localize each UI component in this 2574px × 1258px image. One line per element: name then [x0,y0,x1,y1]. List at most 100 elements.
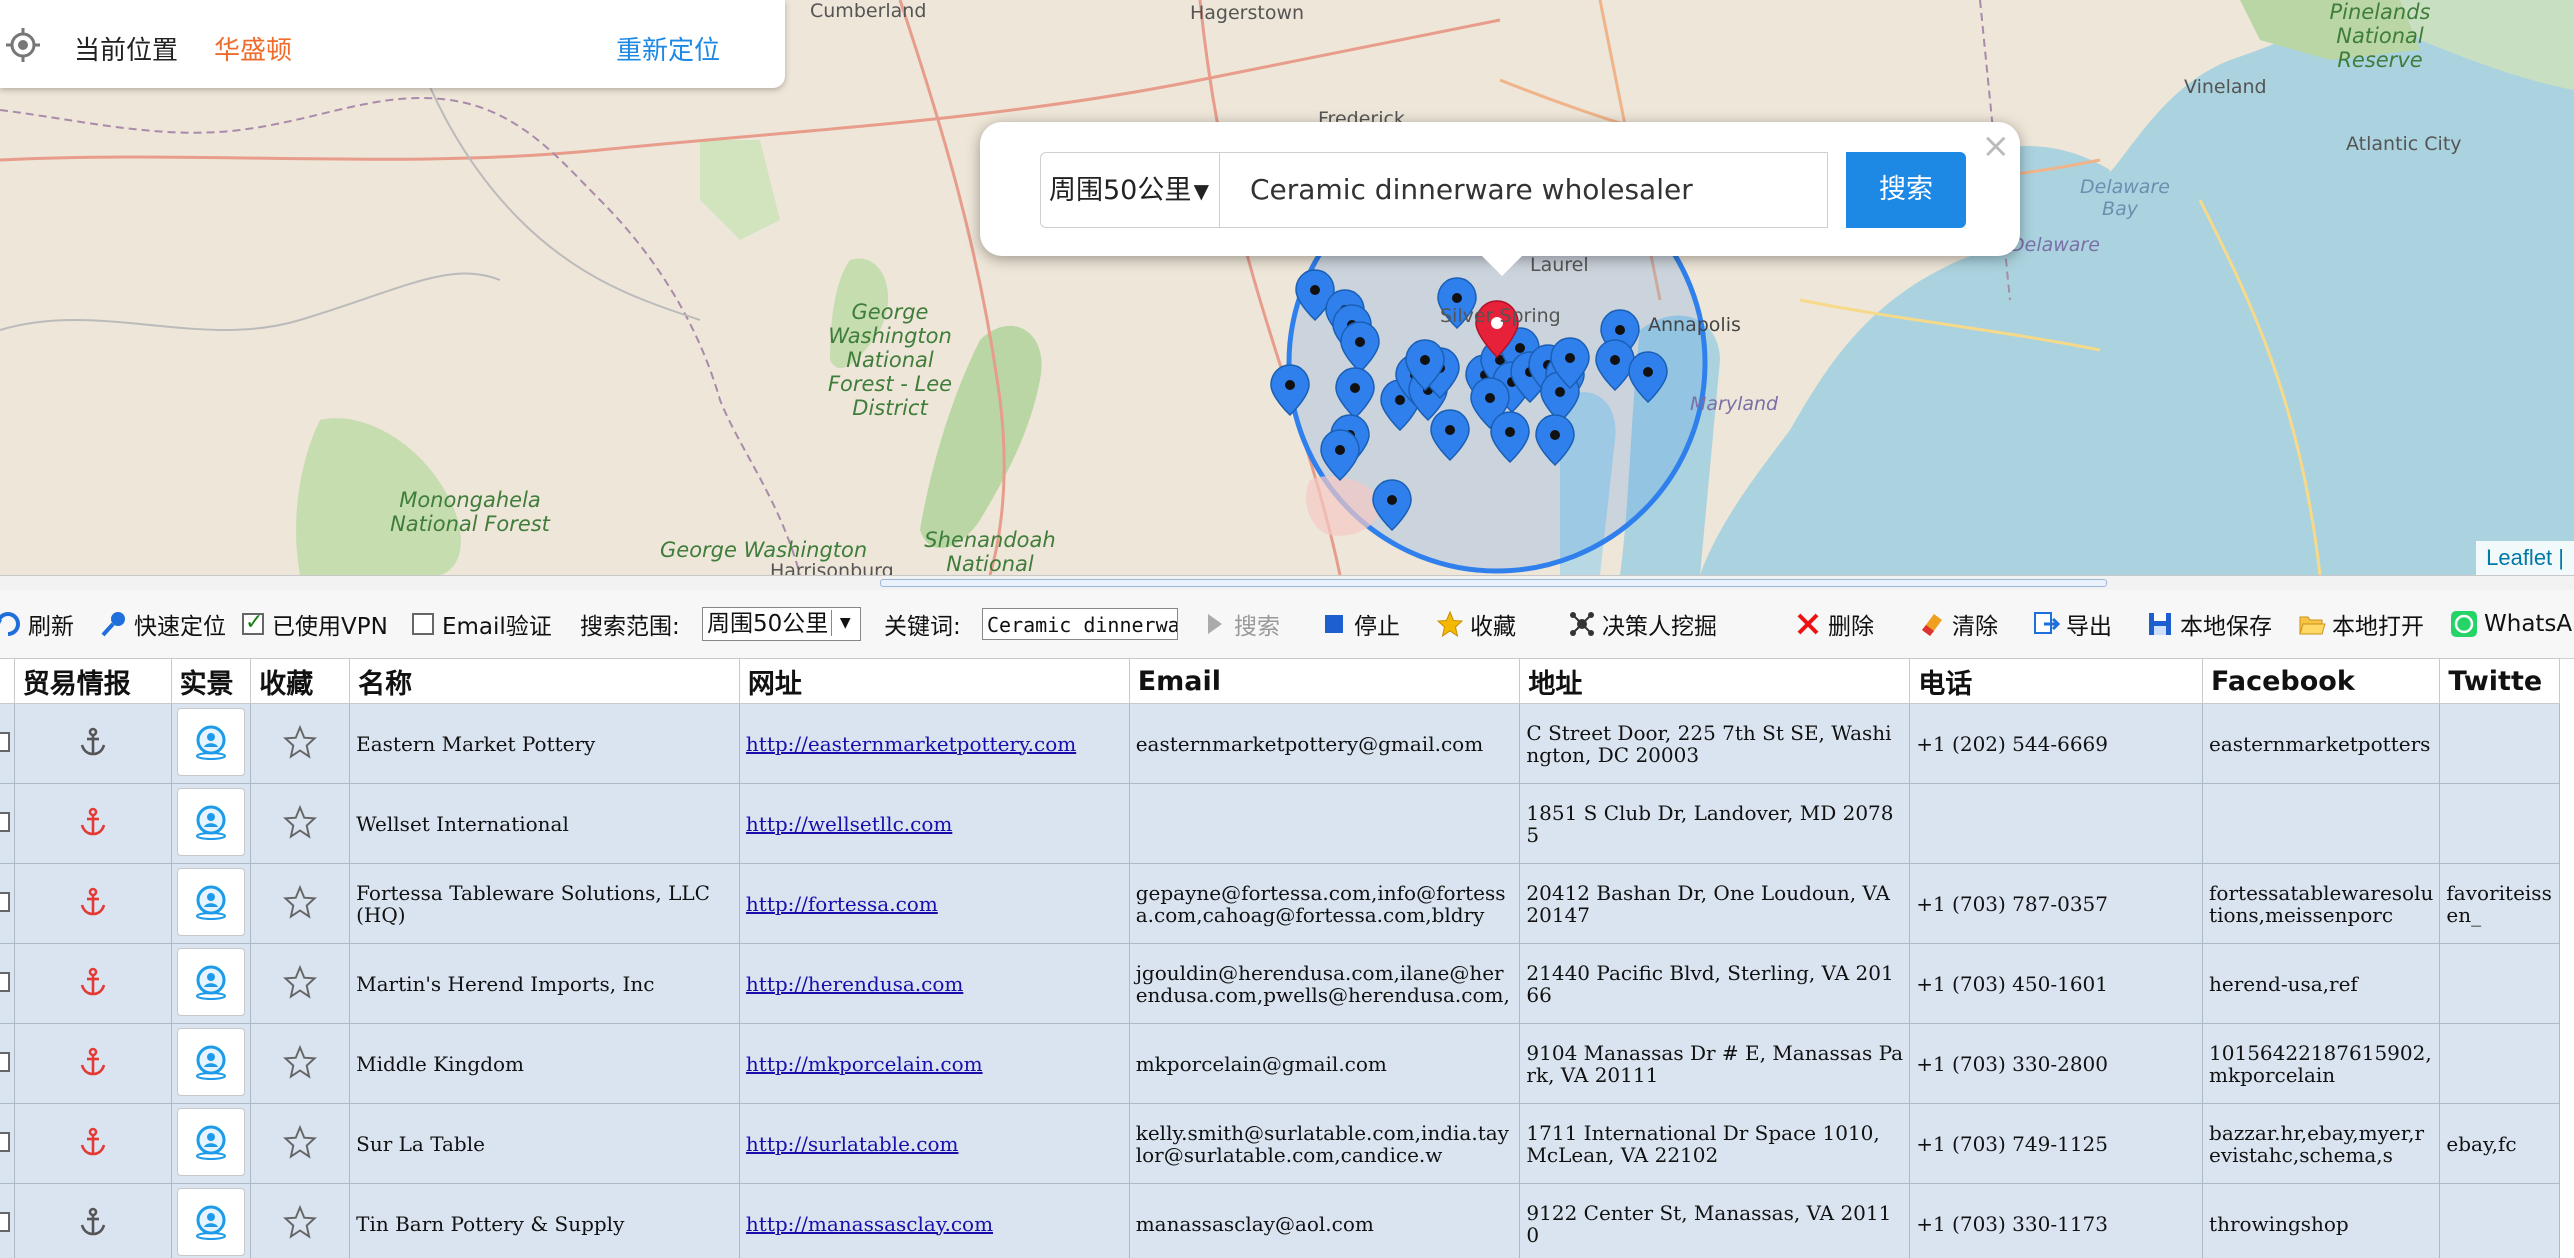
favorite-cell[interactable] [250,1023,351,1104]
table-row[interactable]: Eastern Market Pottery http://easternmark… [0,703,2560,784]
range-select[interactable]: 周围50公里 ▼ [1040,152,1220,228]
streetview-button[interactable] [176,788,245,856]
search-range-select[interactable]: 周围50公里 ▼ [702,607,862,641]
row-select-cell[interactable] [0,703,15,784]
streetview-button[interactable] [176,1108,245,1176]
favorite-button[interactable]: 收藏 [1436,608,1516,640]
header-phone[interactable]: 电话 [1909,658,2204,704]
anchor-icon[interactable] [78,967,108,997]
anchor-icon[interactable] [78,887,108,917]
trade-intel-cell[interactable] [13,1183,172,1258]
table-row[interactable]: Middle Kingdom http://mkporcelain.com mkpo… [0,1023,2560,1104]
website-link[interactable]: http://wellsetllc.com [746,812,952,836]
save-local-button[interactable]: 本地保存 [2146,608,2272,640]
star-outline-icon[interactable] [283,1044,318,1079]
header-trade-intel[interactable]: 贸易情报 [13,658,172,704]
open-local-button[interactable]: 本地打开 [2298,608,2424,640]
star-outline-icon[interactable] [283,724,318,759]
favorite-cell[interactable] [250,703,351,784]
row-checkbox[interactable] [0,1051,11,1072]
table-row[interactable]: Sur La Table http://surlatable.com kelly.s… [0,1103,2560,1184]
trade-intel-cell[interactable] [13,943,172,1024]
popup-close-button[interactable]: × [1982,126,2011,166]
website-link[interactable]: http://herendusa.com [746,972,963,996]
streetview-cell[interactable] [170,863,252,944]
row-select-cell[interactable] [0,863,15,944]
row-select-cell[interactable] [0,1103,15,1184]
toolbar-keyword-field[interactable]: Ceramic dinnerwa [982,608,1178,640]
row-checkbox[interactable] [0,1211,11,1232]
header-email[interactable]: Email [1128,658,1521,704]
streetview-cell[interactable] [170,703,252,784]
row-select-cell[interactable] [0,1183,15,1258]
star-outline-icon[interactable] [283,884,318,919]
favorite-cell[interactable] [250,863,351,944]
anchor-icon[interactable] [78,807,108,837]
favorite-cell[interactable] [250,1103,351,1184]
row-checkbox[interactable] [0,891,11,912]
email-verify-check-icon[interactable] [412,613,434,635]
star-outline-icon[interactable] [283,804,318,839]
streetview-button[interactable] [176,1188,245,1256]
favorite-cell[interactable] [250,783,351,864]
row-checkbox[interactable] [0,811,11,832]
website-link[interactable]: http://mkporcelain.com [746,1052,983,1076]
website-link[interactable]: http://manassasclay.com [746,1212,993,1236]
anchor-icon[interactable] [78,1047,108,1077]
streetview-cell[interactable] [170,1103,252,1184]
stop-button[interactable]: 停止 [1320,608,1400,640]
anchor-icon[interactable] [78,1207,108,1237]
row-checkbox[interactable] [0,971,11,992]
anchor-icon[interactable] [78,1127,108,1157]
star-outline-icon[interactable] [283,1204,318,1239]
trade-intel-cell[interactable] [13,1023,172,1104]
table-row[interactable]: Tin Barn Pottery & Supply http://manassas… [0,1183,2560,1258]
whatsapp-button[interactable]: WhatsAP [2450,608,2574,640]
locate-target-icon[interactable] [6,28,40,62]
row-checkbox[interactable] [0,1131,11,1152]
streetview-button[interactable] [176,948,245,1016]
relocate-link[interactable]: 重新定位 [616,30,720,67]
trade-intel-cell[interactable] [13,703,172,784]
favorite-cell[interactable] [250,943,351,1024]
streetview-cell[interactable] [170,783,252,864]
row-checkbox[interactable] [0,731,11,752]
email-verify-checkbox[interactable]: Email验证 [412,608,552,640]
row-select-cell[interactable] [0,783,15,864]
leaflet-attribution-link[interactable]: Leaflet | [2476,541,2574,575]
table-row[interactable]: Fortessa Tableware Solutions, LLC (HQ) ht… [0,863,2560,944]
anchor-icon[interactable] [78,727,108,757]
star-outline-icon[interactable] [283,964,318,999]
streetview-button[interactable] [176,1028,245,1096]
header-streetview[interactable]: 实景 [170,658,252,704]
streetview-button[interactable] [176,868,245,936]
website-link[interactable]: http://easternmarketpottery.com [746,732,1076,756]
row-select-cell[interactable] [0,943,15,1024]
trade-intel-cell[interactable] [13,863,172,944]
keyword-input[interactable]: Ceramic dinnerware wholesaler [1220,152,1828,228]
delete-button[interactable]: 删除 [1794,608,1874,640]
table-row[interactable]: Wellset International http://wellsetllc.c… [0,783,2560,864]
header-facebook[interactable]: Facebook [2202,658,2441,704]
streetview-cell[interactable] [170,1023,252,1104]
streetview-button[interactable] [176,708,245,776]
decision-maker-button[interactable]: 决策人挖掘 [1568,608,1717,640]
clear-button[interactable]: 清除 [1918,608,1998,640]
trade-intel-cell[interactable] [13,1103,172,1184]
use-vpn-checkbox[interactable]: 已使用VPN [242,608,388,640]
header-select[interactable] [0,658,15,704]
header-name[interactable]: 名称 [349,658,740,704]
website-link[interactable]: http://surlatable.com [746,1132,959,1156]
refresh-button[interactable]: 刷新 [0,608,74,640]
header-address[interactable]: 地址 [1519,658,1911,704]
quick-locate-button[interactable]: 快速定位 [100,608,226,640]
table-row[interactable]: Martin's Herend Imports, Inc http://heren… [0,943,2560,1024]
streetview-cell[interactable] [170,1183,252,1258]
map-view[interactable]: Cumberland Hagerstown Frederick Laurel S… [0,0,2574,575]
website-link[interactable]: http://fortessa.com [746,892,938,916]
search-button[interactable]: 搜索 [1846,152,1966,228]
row-select-cell[interactable] [0,1023,15,1104]
header-website[interactable]: 网址 [738,658,1130,704]
use-vpn-check-icon[interactable] [242,610,264,635]
star-outline-icon[interactable] [283,1124,318,1159]
